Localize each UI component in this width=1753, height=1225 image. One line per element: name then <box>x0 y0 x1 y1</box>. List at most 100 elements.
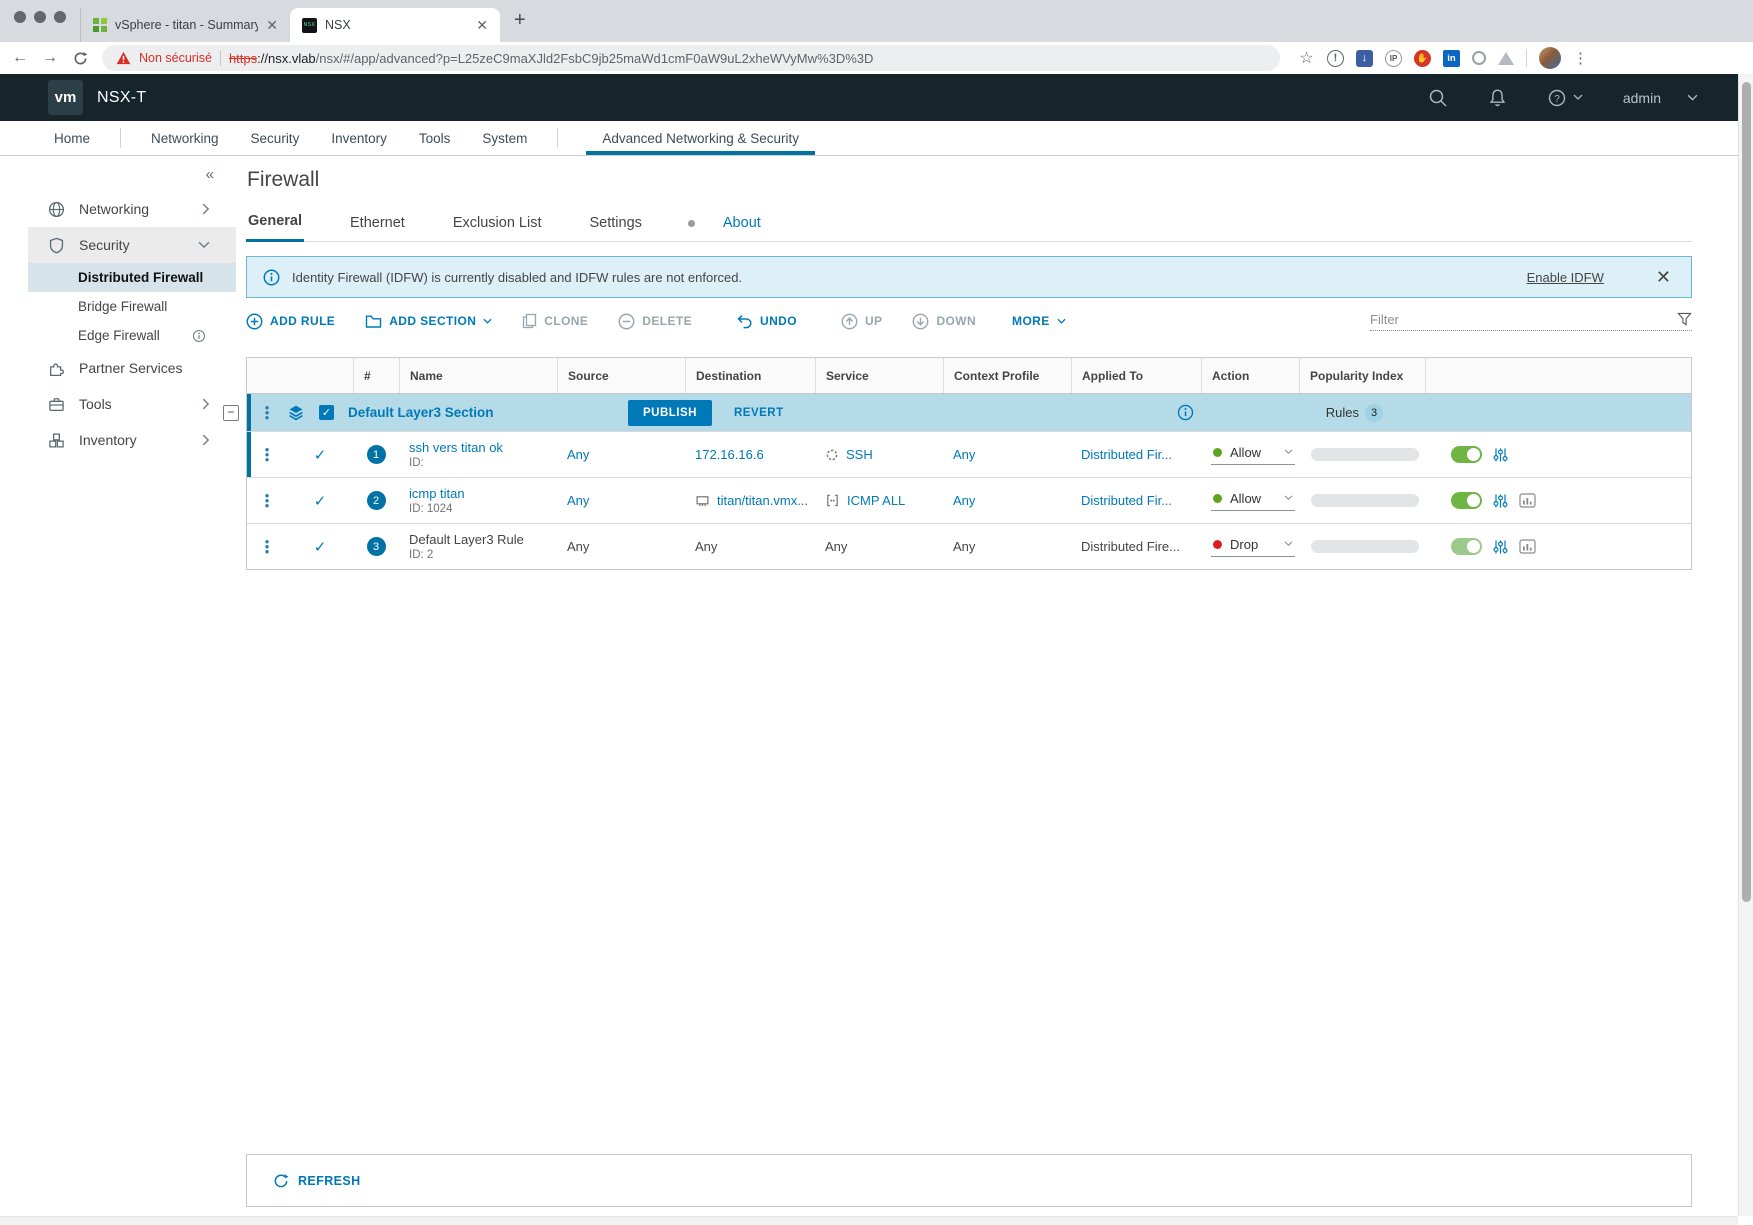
linkedin-extension-icon[interactable]: in <box>1443 50 1460 67</box>
tab-ethernet[interactable]: Ethernet <box>348 215 407 241</box>
tab-general[interactable]: General <box>246 213 304 242</box>
clone-button[interactable]: CLONE <box>522 313 588 329</box>
rule-stats-chart-icon[interactable] <box>1519 493 1536 508</box>
rule-menu-icon[interactable]: ••• <box>247 539 287 554</box>
rule-applied-to[interactable]: Distributed Fire... <box>1071 539 1201 554</box>
filter-input[interactable] <box>1370 312 1677 327</box>
password-extension-icon[interactable]: ! <box>1327 50 1344 67</box>
rule-name[interactable]: ssh vers titan ok <box>409 440 557 455</box>
rule-check-icon[interactable]: ✓ <box>287 492 353 510</box>
drive-extension-icon[interactable] <box>1498 52 1514 65</box>
rule-name[interactable]: icmp titan <box>409 486 557 501</box>
sidebar-item-edge-firewall[interactable]: Edge Firewall <box>0 321 236 350</box>
close-window-icon[interactable] <box>14 11 26 23</box>
new-tab-button[interactable]: + <box>514 9 526 32</box>
tab-exclusion-list[interactable]: Exclusion List <box>451 215 544 241</box>
tab-about[interactable]: About <box>721 215 763 241</box>
rule-context-profile[interactable]: Any <box>943 539 1071 554</box>
section-menu-icon[interactable]: ••• <box>247 405 287 420</box>
nav-home[interactable]: Home <box>38 121 106 155</box>
nav-networking[interactable]: Networking <box>135 121 235 155</box>
rule-destination[interactable]: 172.16.16.6 <box>685 447 815 462</box>
nav-advanced-networking-security[interactable]: Advanced Networking & Security <box>586 121 815 155</box>
section-name[interactable]: Default Layer3 Section <box>348 405 628 420</box>
url-text[interactable]: https://nsx.vlab/nsx/#/app/advanced?p=L2… <box>229 51 873 66</box>
rule-stats-chart-icon[interactable] <box>1519 539 1536 554</box>
rule-service[interactable]: ICMP ALL <box>815 493 943 508</box>
delete-button[interactable]: DELETE <box>618 313 692 330</box>
filter-funnel-icon[interactable] <box>1677 312 1692 326</box>
circle-extension-icon[interactable] <box>1472 51 1486 65</box>
rule-source[interactable]: Any <box>557 539 685 554</box>
add-rule-button[interactable]: ADD RULE <box>246 313 335 330</box>
rule-enabled-toggle[interactable] <box>1451 446 1482 463</box>
rule-check-icon[interactable]: ✓ <box>287 446 353 464</box>
maximize-window-icon[interactable] <box>54 11 66 23</box>
horizontal-scrollbar[interactable] <box>0 1216 1738 1225</box>
rule-service-label[interactable]: ICMP ALL <box>847 493 905 508</box>
rule-destination-cell[interactable]: titan/titan.vmx... <box>685 493 815 508</box>
rule-settings-sliders-icon[interactable] <box>1493 539 1508 555</box>
tab-vsphere[interactable]: vSphere - titan - Summary ✕ <box>80 8 290 42</box>
nav-tools[interactable]: Tools <box>403 121 467 155</box>
rule-check-icon[interactable]: ✓ <box>287 538 353 556</box>
close-banner-icon[interactable]: ✕ <box>1656 267 1671 288</box>
rule-menu-icon[interactable]: ••• <box>247 493 287 508</box>
tab-nsx[interactable]: NSX NSX ✕ <box>290 8 500 42</box>
rule-destination[interactable]: Any <box>685 539 815 554</box>
revert-button[interactable]: REVERT <box>734 407 784 419</box>
sidebar-item-partner-services[interactable]: Partner Services <box>0 350 236 386</box>
rule-source[interactable]: Any <box>557 493 685 508</box>
tab-settings[interactable]: Settings <box>587 215 643 241</box>
more-button[interactable]: MORE <box>1012 314 1066 328</box>
rule-name[interactable]: Default Layer3 Rule <box>409 532 557 547</box>
vertical-scrollbar[interactable] <box>1738 74 1753 1216</box>
minimize-window-icon[interactable] <box>34 11 46 23</box>
reload-icon[interactable] <box>68 46 92 70</box>
close-tab-icon[interactable]: ✕ <box>266 17 278 34</box>
rule-service[interactable]: SSH <box>815 447 943 462</box>
up-button[interactable]: UP <box>841 313 882 330</box>
rule-service-label[interactable]: SSH <box>846 447 873 462</box>
sidebar-item-distributed-firewall[interactable]: Distributed Firewall <box>28 263 236 292</box>
browser-menu-icon[interactable]: ⋮ <box>1573 49 1588 67</box>
address-bar[interactable]: Non sécurisé https://nsx.vlab/nsx/#/app/… <box>102 45 1280 71</box>
rule-settings-sliders-icon[interactable] <box>1493 447 1508 463</box>
rule-enabled-toggle[interactable] <box>1451 538 1482 555</box>
refresh-icon[interactable] <box>273 1173 289 1189</box>
down-button[interactable]: DOWN <box>912 313 976 330</box>
nav-security[interactable]: Security <box>235 121 316 155</box>
profile-avatar[interactable] <box>1539 47 1561 69</box>
action-dropdown[interactable]: Allow <box>1211 491 1295 511</box>
download-extension-icon[interactable]: ↓ <box>1356 50 1373 67</box>
window-controls[interactable] <box>10 0 80 42</box>
scrollbar-thumb[interactable] <box>1742 82 1751 902</box>
section-checkbox[interactable]: ✓ <box>319 405 334 420</box>
security-warning-label[interactable]: Non sécurisé <box>139 51 212 65</box>
help-menu[interactable]: ? <box>1547 88 1583 108</box>
rule-settings-sliders-icon[interactable] <box>1493 493 1508 509</box>
user-menu[interactable]: admin <box>1623 90 1698 106</box>
rule-applied-to[interactable]: Distributed Fir... <box>1071 493 1201 508</box>
sidebar-item-tools[interactable]: Tools <box>0 386 236 422</box>
rule-applied-to[interactable]: Distributed Fir... <box>1071 447 1201 462</box>
enable-idfw-link[interactable]: Enable IDFW <box>1527 270 1604 285</box>
bookmark-star-icon[interactable]: ☆ <box>1298 50 1315 67</box>
publish-button[interactable]: PUBLISH <box>628 400 712 426</box>
info-icon[interactable] <box>1177 404 1194 421</box>
collapse-section-icon[interactable]: − <box>223 405 239 421</box>
sidebar-item-networking[interactable]: Networking <box>0 191 236 227</box>
collapse-sidebar-icon[interactable]: « <box>0 164 236 191</box>
section-row[interactable]: − ••• ✓ Default Layer3 Section PUBLISH R… <box>247 394 1691 431</box>
filter-field[interactable] <box>1370 312 1692 331</box>
refresh-label[interactable]: REFRESH <box>298 1174 361 1188</box>
action-dropdown[interactable]: Allow <box>1211 445 1295 465</box>
back-icon[interactable]: ← <box>8 46 32 70</box>
rule-enabled-toggle[interactable] <box>1451 492 1482 509</box>
rule-context-profile[interactable]: Any <box>943 493 1071 508</box>
forward-icon[interactable]: → <box>38 46 62 70</box>
rule-row-3[interactable]: ••• ✓ 3 Default Layer3 Rule ID: 2 Any An… <box>247 523 1691 569</box>
ip-extension-icon[interactable]: IP <box>1385 50 1402 67</box>
rule-menu-icon[interactable]: ••• <box>247 447 287 462</box>
adblock-extension-icon[interactable]: ✋ <box>1414 50 1431 67</box>
